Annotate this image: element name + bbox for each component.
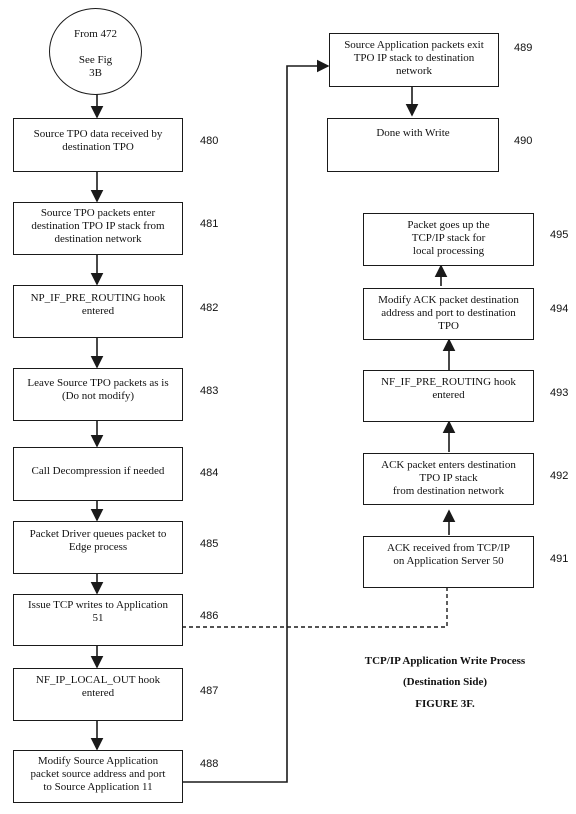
connector-line3: 3B xyxy=(89,67,102,79)
step-ref: 481 xyxy=(200,218,219,230)
step-ref: 491 xyxy=(550,553,569,565)
step-483: Leave Source TPO packets as is (Do not m… xyxy=(13,368,183,421)
step-ref: 483 xyxy=(200,385,219,397)
step-491: ACK received from TCP/IP on Application … xyxy=(363,536,534,588)
step-text: Packet Driver queues packet to Edge proc… xyxy=(29,528,167,553)
step-486: Issue TCP writes to Application 51 xyxy=(13,594,183,646)
step-text: Issue TCP writes to Application 51 xyxy=(28,599,168,624)
step-ref: 480 xyxy=(200,135,219,147)
step-ref: 488 xyxy=(200,758,219,770)
step-490: Done with Write xyxy=(327,118,499,172)
connector-from-472: From 472 See Fig 3B xyxy=(49,8,142,95)
step-text: Source TPO packets enter destination TPO… xyxy=(31,207,165,245)
step-494: Modify ACK packet destination address an… xyxy=(363,288,534,340)
step-ref: 495 xyxy=(550,229,569,241)
step-ref: 485 xyxy=(200,538,219,550)
step-ref: 492 xyxy=(550,470,569,482)
arrow-488-489 xyxy=(182,59,330,783)
step-495: Packet goes up the TCP/IP stack for loca… xyxy=(363,213,534,266)
figure-title: TCP/IP Application Write Process xyxy=(364,655,526,667)
step-text: Modify ACK packet destination address an… xyxy=(378,294,519,332)
step-text: Source TPO data received by destination … xyxy=(33,128,163,153)
step-ref: 489 xyxy=(514,42,533,54)
step-text: NF_IP_LOCAL_OUT hook entered xyxy=(35,674,161,699)
step-ref: 484 xyxy=(200,467,219,479)
figure-subtitle: (Destination Side) xyxy=(402,676,488,688)
step-485: Packet Driver queues packet to Edge proc… xyxy=(13,521,183,574)
step-480: Source TPO data received by destination … xyxy=(13,118,183,172)
step-ref: 482 xyxy=(200,302,219,314)
step-ref: 490 xyxy=(514,135,533,147)
connector-line2: See Fig xyxy=(78,54,113,66)
step-text: NF_IF_PRE_ROUTING hook entered xyxy=(381,376,516,401)
step-text: Leave Source TPO packets as is (Do not m… xyxy=(27,377,169,402)
step-text: Packet goes up the TCP/IP stack for loca… xyxy=(407,219,490,257)
step-ref: 493 xyxy=(550,387,569,399)
dashed-link-486-491 xyxy=(182,587,448,628)
figure-number: FIGURE 3F. xyxy=(415,698,475,710)
step-text: ACK packet enters destination TPO IP sta… xyxy=(381,459,516,497)
step-text: Source Application packets exit TPO IP s… xyxy=(344,39,484,77)
connector-line1: From 472 xyxy=(73,28,118,40)
step-text: NP_IF_PRE_ROUTING hook entered xyxy=(30,292,166,317)
step-489: Source Application packets exit TPO IP s… xyxy=(329,33,499,87)
step-text: ACK received from TCP/IP on Application … xyxy=(387,542,510,567)
step-484: Call Decompression if needed xyxy=(13,447,183,501)
step-487: NF_IP_LOCAL_OUT hook entered xyxy=(13,668,183,721)
step-text: Done with Write xyxy=(376,127,450,139)
step-481: Source TPO packets enter destination TPO… xyxy=(13,202,183,255)
step-ref: 486 xyxy=(200,610,219,622)
step-text: Call Decompression if needed xyxy=(31,465,165,477)
step-492: ACK packet enters destination TPO IP sta… xyxy=(363,453,534,505)
step-493: NF_IF_PRE_ROUTING hook entered xyxy=(363,370,534,422)
step-ref: 494 xyxy=(550,303,569,315)
step-text: Modify Source Application packet source … xyxy=(30,755,166,793)
step-488: Modify Source Application packet source … xyxy=(13,750,183,803)
step-482: NP_IF_PRE_ROUTING hook entered xyxy=(13,285,183,338)
step-ref: 487 xyxy=(200,685,219,697)
